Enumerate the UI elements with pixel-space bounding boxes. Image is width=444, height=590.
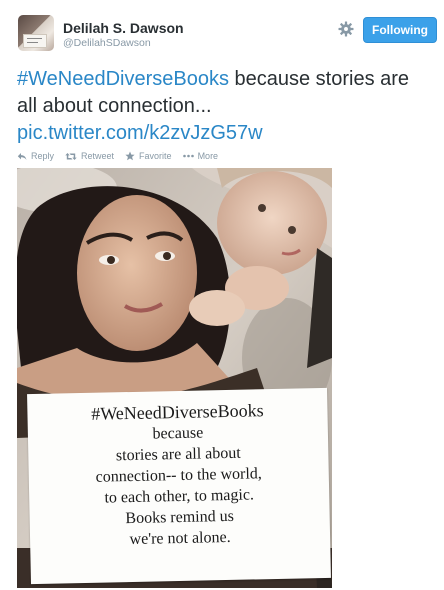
tweet-photo[interactable]: #WeNeedDiverseBooks because stories are … [17,168,332,588]
handwritten-sign: #WeNeedDiverseBooks because stories are … [27,387,331,585]
more-label: More [197,151,219,161]
more-dots-icon [182,154,194,158]
user-avatar[interactable] [18,15,54,51]
retweet-action[interactable]: Retweet [65,151,114,161]
reply-action[interactable]: Reply [17,151,54,161]
favorite-label: Favorite [139,151,172,161]
avatar-sign [23,34,47,48]
more-action[interactable]: More [182,151,219,161]
star-icon [125,151,135,161]
reply-icon [17,152,27,160]
hashtag-link[interactable]: #WeNeedDiverseBooks [17,68,229,90]
favorite-action[interactable]: Favorite [125,151,172,161]
action-bar: Reply Retweet Favorite More [17,150,229,162]
reply-label: Reply [31,151,55,161]
retweet-icon [65,152,77,160]
user-handle[interactable]: @DelilahSDawson [63,37,151,49]
sign-text: #WeNeedDiverseBooks because stories are … [27,399,330,552]
user-name[interactable]: Delilah S. Dawson [63,20,184,36]
retweet-label: Retweet [81,151,115,161]
tweet-card: Delilah S. Dawson @DelilahSDawson Follow… [0,0,444,590]
photo-link[interactable]: pic.twitter.com/k2zvJzG57w [17,122,263,144]
tweet-text: #WeNeedDiverseBooks because stories are … [17,66,432,147]
following-button[interactable]: Following [363,17,437,43]
gear-icon[interactable] [337,20,355,38]
